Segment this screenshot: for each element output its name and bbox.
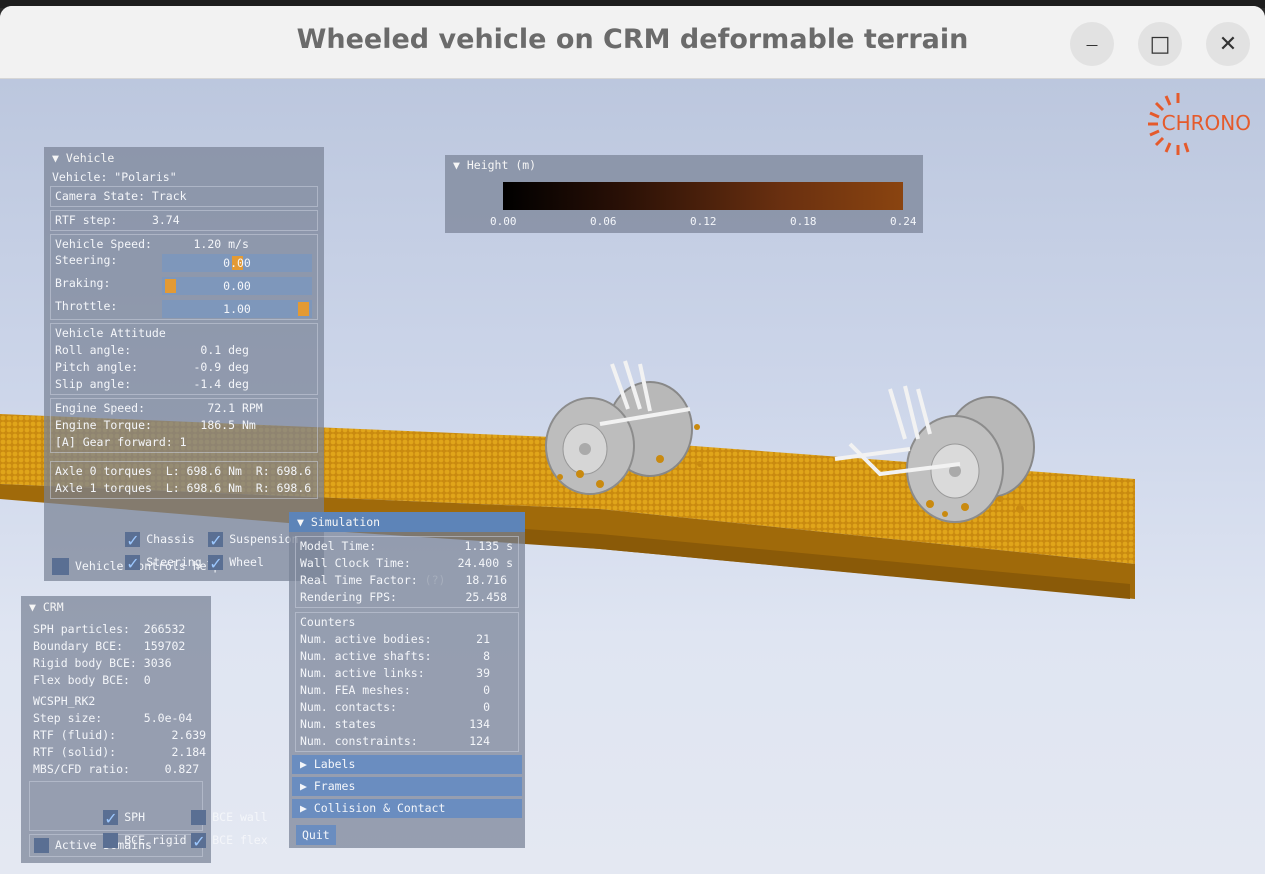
simulation-panel-header[interactable]: ▼ Simulation: [289, 512, 525, 532]
counters-group: Counters Num. active bodies: 21 Num. acti…: [295, 612, 519, 752]
gear-readout: [A] Gear forward: 1: [55, 435, 187, 449]
bce-wall-checkbox[interactable]: BCE wall: [191, 810, 268, 825]
slider-grab[interactable]: [298, 302, 309, 316]
colorbar-tick: 0.06: [590, 215, 617, 228]
steering-label: Steering:: [55, 253, 118, 267]
driver-inputs-group: Vehicle Speed: 1.20 m/s Steering: 0.00 B…: [50, 234, 318, 320]
crm-panel: ▼ CRM SPH particles: 266532 Boundary BCE…: [21, 596, 268, 863]
chrono-logo: CHRONO: [1146, 91, 1251, 155]
checkbox-icon[interactable]: [103, 833, 119, 848]
colorbar-header[interactable]: ▼ Height (m): [445, 155, 923, 175]
height-color-gradient: [503, 182, 903, 210]
app-window: Wheeled vehicle on CRM deformable terrai…: [0, 6, 1265, 874]
maximize-button[interactable]: □: [1138, 22, 1182, 66]
suspension-checkbox[interactable]: Suspension: [208, 529, 299, 552]
controls-help-checkbox[interactable]: Vehicle controls help: [52, 551, 312, 581]
checkbox-icon[interactable]: [191, 830, 207, 853]
braking-slider[interactable]: 0.00: [162, 277, 312, 295]
collapse-arrow-icon: ▼: [52, 151, 66, 165]
vehicle-name: Vehicle: "Polaris": [52, 170, 177, 184]
checkbox-icon[interactable]: [103, 807, 119, 830]
checkbox-icon[interactable]: [208, 529, 224, 552]
3d-viewport[interactable]: CHRONO ▼ Height (m) 0.00 0.06 0.12 0.18 …: [0, 79, 1265, 874]
visualization-toggles: ChassisSuspension SteeringWheel Vehicle …: [44, 502, 324, 584]
labels-section[interactable]: ▶ Labels: [292, 755, 522, 774]
braking-label: Braking:: [55, 276, 111, 290]
checkbox-icon[interactable]: [191, 810, 207, 825]
expand-arrow-icon: ▶: [300, 779, 314, 793]
simulation-panel: ▼ Simulation Model Time: 1.135 s Wall Clo…: [289, 512, 525, 848]
throttle-label: Throttle:: [55, 299, 118, 313]
title-bar: Wheeled vehicle on CRM deformable terrai…: [0, 6, 1265, 79]
expand-arrow-icon: ▶: [300, 757, 314, 771]
wheel-checkbox[interactable]: Wheel: [208, 552, 264, 575]
expand-arrow-icon: ▶: [300, 801, 314, 815]
checkbox-icon[interactable]: [208, 552, 224, 575]
sph-checkbox[interactable]: SPH: [103, 806, 191, 830]
slider-grab[interactable]: [165, 279, 176, 293]
logo-text: CHRONO: [1161, 111, 1251, 135]
height-colorbar-panel: ▼ Height (m) 0.00 0.06 0.12 0.18 0.24: [445, 155, 923, 233]
colorbar-tick: 0.12: [690, 215, 717, 228]
checkbox-icon[interactable]: [125, 529, 141, 552]
colorbar-tick: 0.00: [490, 215, 517, 228]
timing-group: Model Time: 1.135 s Wall Clock Time: 24.40…: [295, 536, 519, 608]
crm-panel-header[interactable]: ▼ CRM: [21, 596, 211, 618]
vehicle-panel-header[interactable]: ▼ Vehicle: [44, 147, 324, 169]
bce-flex-checkbox[interactable]: BCE flex: [191, 830, 268, 853]
crm-visibility-toggles: SPHBCE wall BCE rigidBCE flex: [29, 781, 268, 853]
close-button[interactable]: ✕: [1206, 22, 1250, 66]
vehicle-panel: ▼ Vehicle Vehicle: "Polaris" Camera Stat…: [44, 147, 324, 581]
frames-section[interactable]: ▶ Frames: [292, 777, 522, 796]
camera-state: Camera State: Track: [50, 186, 318, 207]
engine-group: Engine Speed: 72.1 RPM Engine Torque: 18…: [50, 398, 318, 453]
collapse-arrow-icon: ▼: [453, 158, 467, 172]
collapse-arrow-icon: ▼: [297, 515, 311, 529]
throttle-slider[interactable]: 1.00: [162, 300, 312, 318]
collapse-arrow-icon: ▼: [29, 600, 43, 614]
chassis-checkbox[interactable]: Chassis: [125, 528, 208, 552]
quit-button[interactable]: Quit: [296, 825, 336, 845]
checkbox-icon[interactable]: [52, 558, 69, 575]
rtf-step: RTF step: 3.74: [50, 210, 318, 231]
colorbar-tick: 0.18: [790, 215, 817, 228]
vehicle-attitude-group: Vehicle Attitude Roll angle: 0.1 deg Pit…: [50, 323, 318, 395]
help-marker[interactable]: (?): [425, 573, 446, 587]
minimize-button[interactable]: ⎯: [1070, 22, 1114, 66]
steering-slider[interactable]: 0.00: [162, 254, 312, 272]
axle-torques-group: Axle 0 torques L: 698.6 Nm R: 698.6 Nm A…: [50, 461, 318, 499]
collision-contact-section[interactable]: ▶ Collision & Contact: [292, 799, 522, 818]
checkbox-icon[interactable]: [34, 838, 49, 853]
colorbar-tick: 0.24: [890, 215, 917, 228]
checkbox-icon[interactable]: [125, 552, 141, 575]
